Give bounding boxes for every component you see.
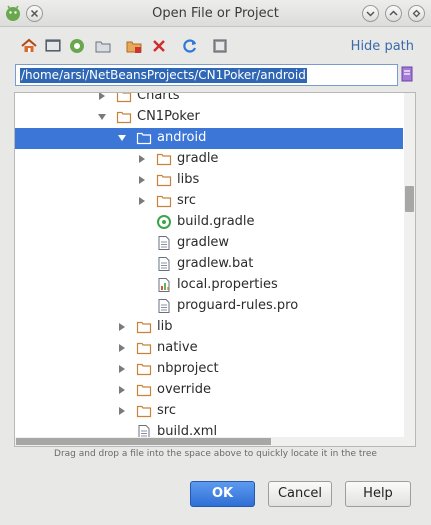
hide-path-link[interactable]: Hide path xyxy=(351,39,414,54)
path-input[interactable]: /home/arsi/NetBeansProjects/CN1Poker/and… xyxy=(15,64,398,86)
collapsed-arrow-icon[interactable] xyxy=(117,343,127,353)
folder-icon xyxy=(116,93,132,103)
horizontal-scroll-thumb[interactable] xyxy=(16,438,271,445)
tree-row[interactable]: nbproject xyxy=(15,359,403,380)
drag-drop-hint: Drag and drop a file into the space abov… xyxy=(54,449,377,459)
tree-row[interactable]: proguard-rules.pro xyxy=(15,296,403,317)
expanded-arrow-icon[interactable] xyxy=(117,133,127,143)
tree-row[interactable]: src xyxy=(15,401,403,422)
help-button[interactable]: Help xyxy=(345,481,411,507)
tree-row-label: nbproject xyxy=(157,361,219,376)
folder-icon xyxy=(136,405,152,418)
collapsed-arrow-icon[interactable] xyxy=(137,196,147,206)
collapsed-arrow-icon[interactable] xyxy=(117,364,127,374)
chevron-down-icon xyxy=(366,11,375,17)
tree-row-label: gradlew.bat xyxy=(177,256,254,271)
tree-row-label: gradlew xyxy=(177,235,230,250)
tree-row[interactable]: Charts xyxy=(15,92,403,107)
cancel-button[interactable]: Cancel xyxy=(268,481,332,507)
file-icon xyxy=(158,299,170,313)
bookmark-icon[interactable] xyxy=(400,65,414,83)
path-value: /home/arsi/NetBeansProjects/CN1Poker/and… xyxy=(20,68,307,83)
tree-row[interactable]: native xyxy=(15,338,403,359)
tree-row[interactable]: gradlew xyxy=(15,233,403,254)
folder-icon xyxy=(136,384,152,397)
vertical-scrollbar[interactable] xyxy=(404,93,415,446)
minimize-button[interactable] xyxy=(362,5,379,22)
tree-row[interactable]: lib xyxy=(15,317,403,338)
folder-icon xyxy=(156,153,172,166)
tree-row[interactable]: local.properties xyxy=(15,275,403,296)
folder-icon xyxy=(116,111,132,124)
folder-icon xyxy=(136,342,152,355)
collapsed-arrow-icon[interactable] xyxy=(97,92,107,101)
collapsed-arrow-icon[interactable] xyxy=(117,406,127,416)
horizontal-scrollbar[interactable] xyxy=(15,437,404,446)
tree-row-label: CN1Poker xyxy=(137,109,200,124)
tree-row[interactable]: build.gradle xyxy=(15,212,403,233)
tree-row-label: android xyxy=(157,130,207,145)
file-tree[interactable]: Charts CN1Poker android gradle libs src build.… xyxy=(14,92,416,447)
desktop-icon[interactable] xyxy=(44,37,62,55)
folder-icon xyxy=(136,363,152,376)
expanded-arrow-icon[interactable] xyxy=(97,112,107,122)
tree-row-label: local.properties xyxy=(177,277,278,292)
refresh-icon[interactable] xyxy=(181,37,199,55)
tree-row[interactable]: gradle xyxy=(15,149,403,170)
delete-icon[interactable] xyxy=(150,37,168,55)
tree-row-label: src xyxy=(177,193,196,208)
tree-row-label: proguard-rules.pro xyxy=(177,298,299,313)
file-icon xyxy=(158,257,170,271)
collapsed-arrow-icon[interactable] xyxy=(117,322,127,332)
file-icon xyxy=(158,236,170,250)
module-icon[interactable] xyxy=(125,37,143,55)
tree-row[interactable]: override xyxy=(15,380,403,401)
folder-icon xyxy=(136,132,152,145)
title-bar: Open File or Project xyxy=(0,0,431,27)
chevron-up-icon xyxy=(389,10,398,16)
tree-row[interactable]: CN1Poker xyxy=(15,107,403,128)
tree-row-label: Charts xyxy=(137,92,180,103)
restore-icon xyxy=(412,9,421,18)
new-folder-icon[interactable] xyxy=(94,37,112,55)
collapsed-arrow-icon[interactable] xyxy=(137,175,147,185)
collapsed-arrow-icon[interactable] xyxy=(117,385,127,395)
ok-button[interactable]: OK xyxy=(190,481,255,507)
tree-row[interactable]: src xyxy=(15,191,403,212)
home-icon[interactable] xyxy=(20,37,38,55)
tree-row-label: lib xyxy=(157,319,173,334)
tree-row-label: libs xyxy=(177,172,200,187)
vertical-scroll-thumb[interactable] xyxy=(405,186,414,212)
tree-row[interactable]: libs xyxy=(15,170,403,191)
tree-row[interactable]: gradlew.bat xyxy=(15,254,403,275)
folder-icon xyxy=(156,195,172,208)
tree-row-label: gradle xyxy=(177,151,219,166)
restore-button[interactable] xyxy=(408,5,425,22)
maximize-button[interactable] xyxy=(385,5,402,22)
show-hidden-icon[interactable] xyxy=(211,37,229,55)
gradle-file-icon xyxy=(157,215,171,229)
tree-row[interactable]: android xyxy=(15,128,403,149)
folder-icon xyxy=(156,174,172,187)
android-project-icon[interactable] xyxy=(68,37,86,55)
properties-file-icon xyxy=(158,278,170,292)
tree-row-label: native xyxy=(157,340,198,355)
tree-row-label: src xyxy=(157,403,176,418)
collapsed-arrow-icon[interactable] xyxy=(137,154,147,164)
folder-icon xyxy=(136,321,152,334)
tree-row-label: build.gradle xyxy=(177,214,255,229)
tree-row-label: override xyxy=(157,382,211,397)
